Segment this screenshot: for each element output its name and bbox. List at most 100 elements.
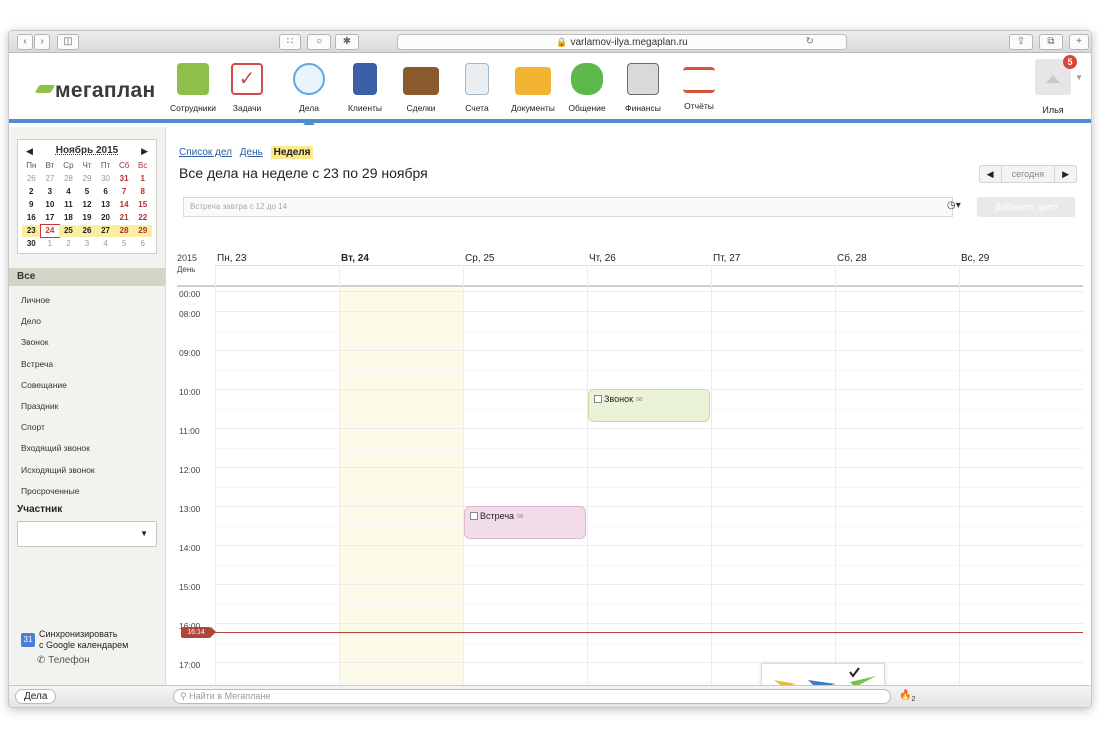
mini-calendar-day[interactable]: 10 [41, 199, 60, 211]
day-header[interactable]: Вс, 29 [961, 253, 989, 264]
chevron-down-icon[interactable]: ▼ [1075, 73, 1083, 82]
today-button[interactable]: сегодня [1000, 166, 1056, 182]
event-checkbox[interactable] [594, 395, 602, 403]
filter-item[interactable]: Совещание [21, 375, 165, 396]
filter-item[interactable]: Праздник [21, 396, 165, 417]
mini-calendar-day[interactable]: 3 [78, 238, 97, 250]
mini-calendar-day[interactable]: 24 [39, 224, 61, 238]
mini-calendar-day[interactable]: 28 [59, 173, 78, 185]
nav-finance[interactable]: Финансы [617, 59, 669, 113]
address-bar[interactable]: 🔒 varlamov-ilya.megaplan.ru ↻ [397, 34, 847, 50]
day-header[interactable]: Ср, 25 [465, 253, 494, 264]
add-affair-button[interactable]: Добавить дело [977, 197, 1075, 217]
filter-item[interactable]: Встреча [21, 354, 165, 375]
mini-calendar-day[interactable]: 22 [133, 212, 152, 224]
share-icon[interactable]: ⇧ [1009, 34, 1033, 50]
view-week-link[interactable]: Неделя [270, 146, 314, 159]
mini-calendar-day[interactable]: 26 [77, 225, 97, 237]
mini-calendar-day[interactable]: 3 [41, 186, 60, 198]
mini-calendar-day[interactable]: 19 [78, 212, 97, 224]
mini-calendar-day[interactable]: 18 [59, 212, 78, 224]
mini-calendar-day[interactable]: 5 [115, 238, 134, 250]
sidebar-icon[interactable]: ◫ [57, 34, 79, 50]
mini-calendar-day[interactable]: 1 [133, 173, 152, 185]
filter-item[interactable]: Дело [21, 311, 165, 332]
prev-month-icon[interactable]: ◀ [26, 144, 33, 158]
nav-reports[interactable]: Отчёты [673, 59, 725, 111]
mini-calendar-day[interactable]: 25 [59, 225, 78, 237]
mini-calendar-day[interactable]: 31 [115, 173, 134, 185]
day-header[interactable]: Пн, 23 [217, 253, 246, 264]
mini-calendar-day[interactable]: 20 [96, 212, 115, 224]
mini-calendar-day[interactable]: 2 [22, 186, 41, 198]
mini-calendar-day[interactable]: 30 [96, 173, 115, 185]
extension-icon[interactable]: ○ [307, 34, 331, 50]
new-tab-icon[interactable]: + [1069, 34, 1089, 50]
mini-calendar-day[interactable]: 27 [41, 173, 60, 185]
mini-calendar-day[interactable]: 5 [78, 186, 97, 198]
filter-all[interactable]: Все [9, 268, 165, 286]
nav-affairs[interactable]: Дела [283, 59, 335, 125]
nav-invoices[interactable]: Счета [451, 59, 503, 113]
mini-calendar-day[interactable]: 29 [78, 173, 97, 185]
mini-calendar-day[interactable]: 2 [59, 238, 78, 250]
event-call[interactable]: Звонок ✉ [588, 389, 710, 422]
nav-clients[interactable]: Клиенты [339, 59, 391, 113]
pin-icon[interactable]: ✱ [335, 34, 359, 50]
view-list-link[interactable]: Список дел [179, 147, 232, 158]
mini-calendar-day[interactable]: 27 [96, 225, 115, 237]
filter-item[interactable]: Звонок [21, 332, 165, 353]
phone-link[interactable]: ✆ Телефон [37, 655, 90, 666]
mini-calendar-day[interactable]: 29 [133, 225, 152, 237]
quick-add-input[interactable]: Встреча завтра с 12 до 14 [183, 197, 953, 217]
tabs-grid-icon[interactable]: ∷ [279, 34, 301, 50]
user-menu[interactable]: 5 ▼ Илья [1033, 55, 1083, 115]
mini-calendar-day[interactable]: 26 [22, 173, 41, 185]
view-day-link[interactable]: День [240, 147, 263, 158]
day-header[interactable]: Чт, 26 [589, 253, 616, 264]
prev-week-icon[interactable]: ◀ [980, 166, 1001, 182]
filter-item[interactable]: Исходящий звонок [21, 460, 165, 481]
nav-deals[interactable]: Сделки [395, 59, 447, 113]
global-search-input[interactable]: ⚲ Найти в Мегаплане [173, 689, 891, 704]
mini-calendar-day[interactable]: 8 [133, 186, 152, 198]
mini-calendar-day[interactable]: 14 [115, 199, 134, 211]
mini-calendar-day[interactable]: 6 [133, 238, 152, 250]
logo[interactable]: мегаплан [34, 79, 155, 103]
member-select[interactable]: ▼ [17, 520, 157, 547]
mini-calendar-day[interactable]: 17 [41, 212, 60, 224]
collapsed-hours-icon[interactable]: ··· [189, 301, 196, 308]
avatar[interactable]: 5 [1035, 55, 1077, 95]
mini-calendar-day[interactable]: 15 [133, 199, 152, 211]
nav-tasks[interactable]: ✓ Задачи [221, 59, 273, 113]
nav-employees[interactable]: Сотрудники [167, 59, 219, 113]
mini-calendar-day[interactable]: 6 [96, 186, 115, 198]
clock-dropdown-icon[interactable]: ◷▾ [947, 200, 961, 211]
back-icon[interactable]: ‹ [17, 34, 33, 50]
mini-calendar-day[interactable]: 11 [59, 199, 78, 211]
mini-calendar-month[interactable]: Ноябрь 2015 [56, 145, 119, 156]
mini-calendar-day[interactable]: 23 [22, 225, 41, 237]
mini-calendar-day[interactable]: 12 [78, 199, 97, 211]
day-header[interactable]: Вт, 24 [341, 253, 369, 264]
notification-badge[interactable]: 5 [1063, 55, 1077, 69]
fire-icon[interactable]: 🔥2 [899, 690, 915, 703]
next-week-icon[interactable]: ▶ [1055, 166, 1076, 182]
nav-chat[interactable]: Общение [561, 59, 613, 113]
bottom-tab-affairs[interactable]: Дела [15, 689, 57, 704]
filter-item[interactable]: Просроченные [21, 481, 165, 502]
reload-icon[interactable]: ↻ [806, 35, 814, 49]
mini-calendar-day[interactable]: 4 [59, 186, 78, 198]
mini-calendar-day[interactable]: 9 [22, 199, 41, 211]
mini-calendar-day[interactable]: 13 [96, 199, 115, 211]
mini-calendar-day[interactable]: 30 [22, 238, 41, 250]
forward-icon[interactable]: › [34, 34, 50, 50]
mini-calendar-day[interactable]: 28 [114, 225, 134, 237]
mini-calendar-day[interactable]: 4 [96, 238, 115, 250]
mini-calendar-day[interactable]: 7 [115, 186, 134, 198]
google-sync-button[interactable]: 31 Синхронизировать с Google календарем [17, 629, 163, 651]
nav-documents[interactable]: Документы [507, 59, 559, 113]
day-header[interactable]: Пт, 27 [713, 253, 740, 264]
mini-calendar-day[interactable]: 1 [41, 238, 60, 250]
event-checkbox[interactable] [470, 512, 478, 520]
